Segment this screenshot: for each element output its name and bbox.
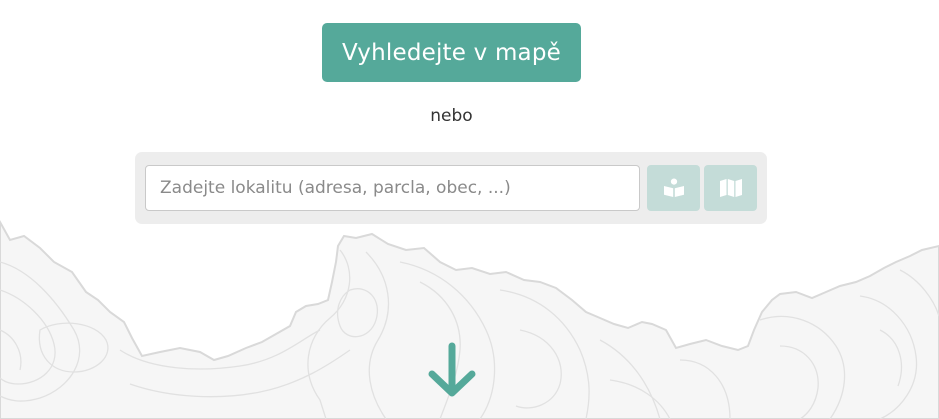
location-search-panel <box>135 152 767 224</box>
reader-book-icon <box>663 178 684 197</box>
folded-map-icon <box>719 179 742 197</box>
location-search-input[interactable] <box>145 165 640 211</box>
map-search-button[interactable]: Vyhledejte v mapě <box>322 23 581 82</box>
search-hero: Vyhledejte v mapě nebo <box>0 0 939 419</box>
map-view-button[interactable] <box>704 165 757 211</box>
cadastre-search-button[interactable] <box>647 165 700 211</box>
or-separator-text: nebo <box>430 106 473 126</box>
arrow-down-icon[interactable] <box>426 341 478 401</box>
